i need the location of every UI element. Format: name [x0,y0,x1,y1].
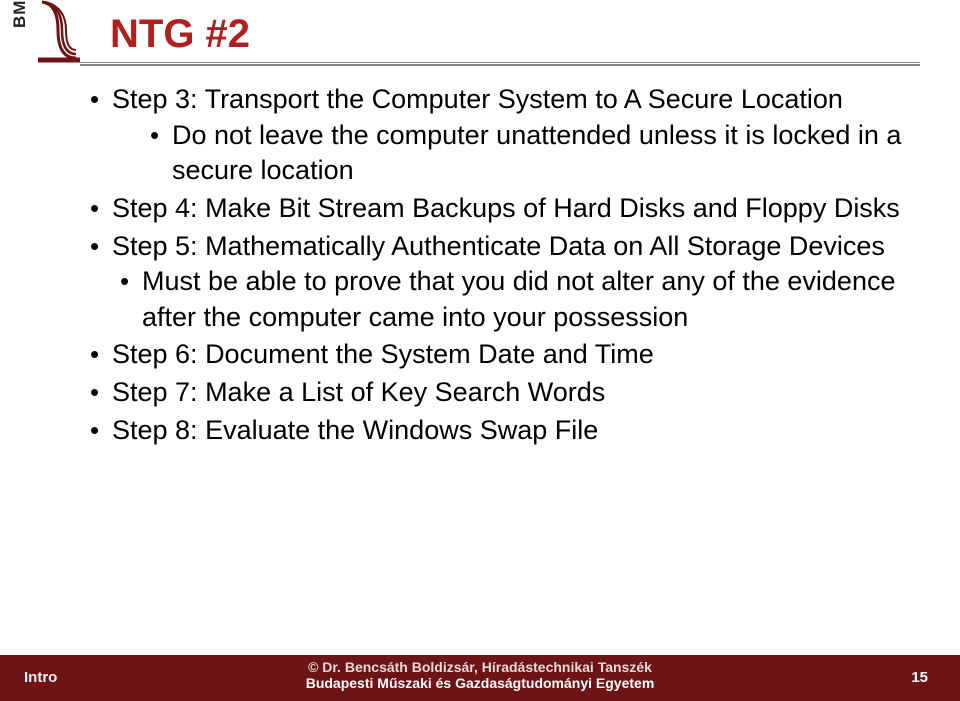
footer-page-number: 15 [911,669,928,686]
slide-content: Step 3: Transport the Computer System to… [90,82,930,450]
list-item-text: Step 4: Make Bit Stream Backups of Hard … [112,193,900,223]
list-item: Step 8: Evaluate the Windows Swap File [90,413,930,449]
sidebar-vertical: BME [0,0,42,701]
slide-footer: Intro © Dr. Bencsáth Boldizsár, Híradást… [0,655,960,701]
list-item-text: Step 7: Make a List of Key Search Words [112,377,605,407]
list-item-text: Step 6: Document the System Date and Tim… [112,339,654,369]
list-item: Must be able to prove that you did not a… [120,264,930,335]
university-logo-icon [38,0,80,66]
footer-center: © Dr. Bencsáth Boldizsár, Híradástechnik… [200,659,760,691]
footer-copyright: © Dr. Bencsáth Boldizsár, Híradástechnik… [200,659,760,675]
list-item: Step 6: Document the System Date and Tim… [90,337,930,373]
list-item: Step 5: Mathematically Authenticate Data… [90,229,930,336]
title-underline [80,62,920,66]
list-item: Step 7: Make a List of Key Search Words [90,375,930,411]
bme-label: BME [10,0,30,28]
list-item-text: Must be able to prove that you did not a… [142,266,895,332]
list-item-text: Step 8: Evaluate the Windows Swap File [112,415,598,445]
list-item-text: Step 3: Transport the Computer System to… [112,84,843,114]
list-item: Do not leave the computer unattended unl… [150,118,930,189]
list-item-text: Do not leave the computer unattended unl… [172,120,901,186]
slide-title: NTG #2 [110,12,250,57]
footer-left-label: Intro [24,669,57,686]
list-item: Step 4: Make Bit Stream Backups of Hard … [90,191,930,227]
list-item: Step 3: Transport the Computer System to… [90,82,930,189]
footer-university: Budapesti Műszaki és Gazdaságtudományi E… [200,675,760,691]
list-item-text: Step 5: Mathematically Authenticate Data… [112,231,885,261]
